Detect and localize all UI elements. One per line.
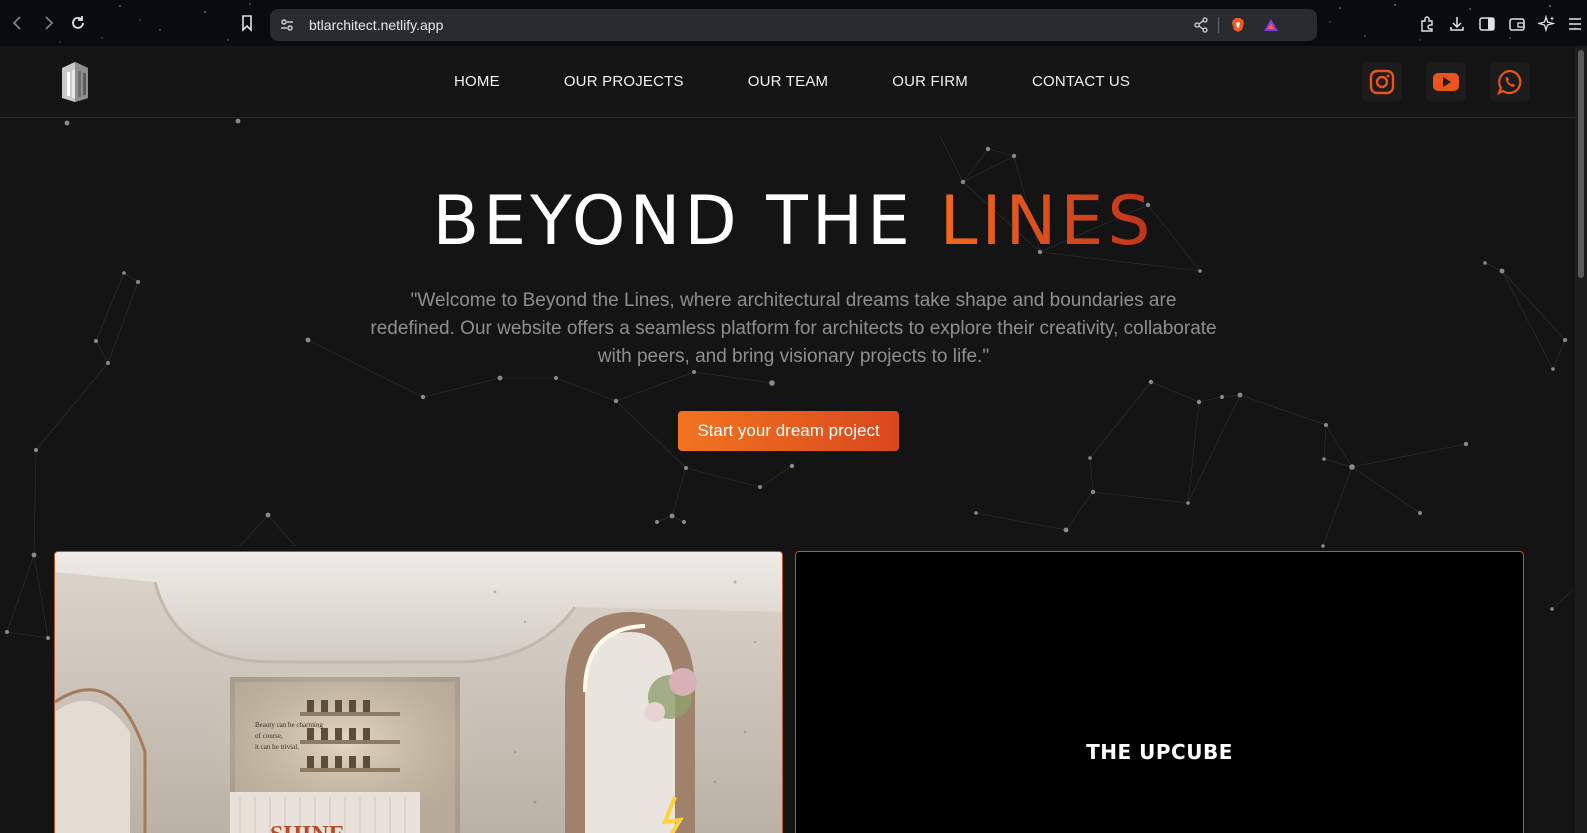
interior-render-image: Beauty can be charming of course, it can… — [55, 552, 782, 833]
wall-text-2: of course, — [255, 732, 283, 740]
logo[interactable] — [58, 58, 92, 102]
address-bar[interactable]: btlarchitect.netlify.app — [270, 9, 1317, 41]
leo-ai-icon[interactable] — [1538, 15, 1556, 33]
website-page: HOME OUR PROJECTS OUR TEAM OUR FIRM CONT… — [0, 46, 1587, 833]
youtube-button[interactable] — [1426, 62, 1466, 102]
hero-title: BEYOND THE LINES — [0, 182, 1587, 261]
extensions-icon[interactable] — [1418, 15, 1436, 33]
instagram-icon — [1369, 69, 1395, 95]
site-info-icon[interactable] — [279, 17, 295, 33]
site-header: HOME OUR PROJECTS OUR TEAM OUR FIRM CONT… — [0, 46, 1587, 118]
main-navigation: HOME OUR PROJECTS OUR TEAM OUR FIRM CONT… — [454, 46, 1194, 118]
youtube-icon — [1433, 73, 1459, 91]
nav-item-our-team[interactable]: OUR TEAM — [748, 46, 829, 118]
project-card-upcube[interactable]: THE UPCUBE — [795, 551, 1524, 833]
download-icon[interactable] — [1448, 15, 1466, 33]
start-project-button[interactable]: Start your dream project — [678, 411, 899, 451]
nav-item-our-firm[interactable]: OUR FIRM — [892, 46, 968, 118]
instagram-button[interactable] — [1362, 62, 1402, 102]
forward-icon[interactable] — [38, 13, 58, 33]
wallet-icon[interactable] — [1508, 15, 1526, 33]
hero-title-main: BEYOND THE — [432, 182, 940, 261]
shine-signage: SHINE — [270, 822, 345, 833]
upcube-title: THE UPCUBE — [1086, 740, 1233, 764]
page-scrollbar[interactable] — [1575, 46, 1587, 833]
hero-quote: "Welcome to Beyond the Lines, where arch… — [370, 290, 1217, 367]
sidebar-icon[interactable] — [1478, 15, 1496, 33]
hero-title-accent: LINES — [939, 182, 1155, 261]
share-icon[interactable] — [1193, 17, 1209, 33]
browser-toolbar: btlarchitect.netlify.app — [0, 0, 1587, 46]
wall-text-3: it can be trivial. — [255, 743, 299, 751]
project-card-interior[interactable]: Beauty can be charming of course, it can… — [54, 551, 783, 833]
wall-text: Beauty can be charming — [255, 721, 323, 729]
reload-icon[interactable] — [68, 13, 88, 33]
whatsapp-icon — [1497, 69, 1522, 95]
bookmark-icon[interactable] — [237, 13, 257, 33]
nav-item-contact-us[interactable]: CONTACT US — [1032, 46, 1130, 118]
nav-item-home[interactable]: HOME — [454, 46, 500, 118]
url-text[interactable]: btlarchitect.netlify.app — [309, 9, 443, 41]
back-icon[interactable] — [8, 13, 28, 33]
menu-icon[interactable] — [1567, 15, 1583, 33]
whatsapp-button[interactable] — [1490, 62, 1530, 102]
url-divider — [1218, 17, 1219, 33]
brave-shield-icon[interactable] — [1230, 17, 1246, 33]
brave-rewards-icon[interactable] — [1263, 17, 1279, 33]
nav-item-our-projects[interactable]: OUR PROJECTS — [564, 46, 684, 118]
scrollbar-thumb[interactable] — [1578, 50, 1584, 278]
